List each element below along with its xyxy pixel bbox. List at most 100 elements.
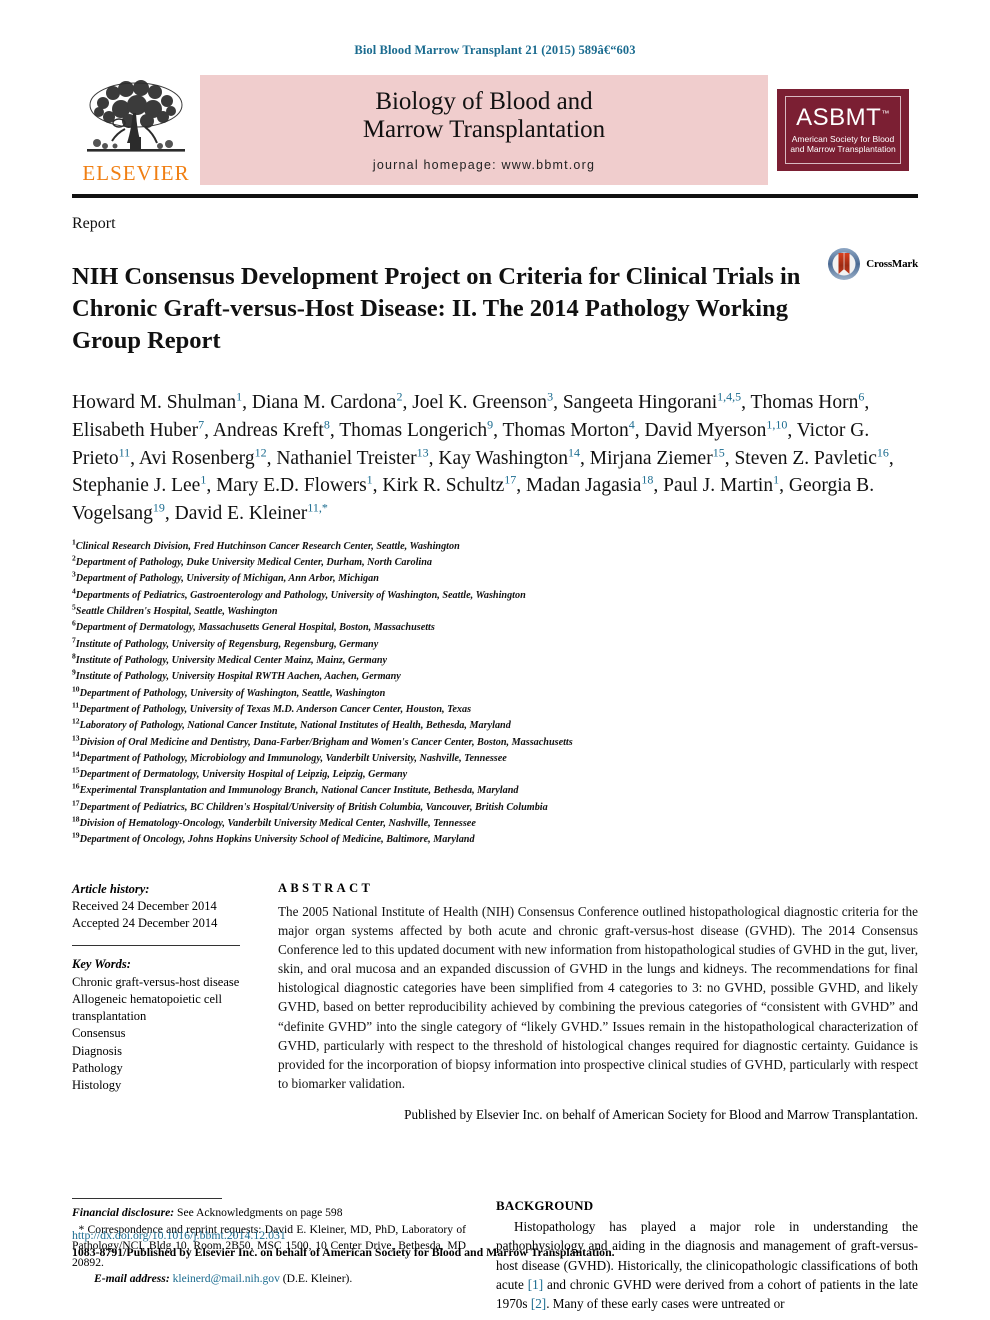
affiliation-number: 14 bbox=[72, 749, 80, 759]
keyword-item[interactable]: Chronic graft-versus-host disease bbox=[72, 974, 254, 991]
corresponding-author-marker[interactable]: * bbox=[322, 501, 328, 515]
author-affiliation-marker[interactable]: 2 bbox=[396, 390, 402, 404]
author-name[interactable]: Stephanie J. Lee bbox=[72, 475, 200, 496]
background-heading: BACKGROUND bbox=[496, 1198, 594, 1214]
affiliation-text: Institute of Pathology, University Medic… bbox=[75, 654, 388, 666]
author-affiliation-marker[interactable]: 1 bbox=[367, 473, 373, 487]
affiliation-number: 17 bbox=[72, 798, 80, 808]
asbmt-acronym: ASBMT™ bbox=[796, 105, 890, 130]
affiliation-text: Institute of Pathology, University of Re… bbox=[75, 638, 379, 650]
affiliation-item: 7Institute of Pathology, University of R… bbox=[72, 636, 918, 653]
author-affiliation-marker[interactable]: 11, bbox=[307, 501, 322, 515]
author-name[interactable]: Thomas Horn bbox=[751, 392, 859, 413]
masthead-divider bbox=[72, 194, 918, 198]
financial-disclosure-text: See Acknowledgments on page 598 bbox=[174, 1206, 343, 1220]
author-name[interactable]: Andreas Kreft bbox=[213, 420, 324, 441]
author-name[interactable]: Joel K. Greenson bbox=[412, 392, 547, 413]
author-name[interactable]: Howard M. Shulman bbox=[72, 392, 236, 413]
crossmark-badge[interactable]: CrossMark bbox=[827, 247, 918, 281]
email-note: E-mail address: kleinerd@mail.nih.gov (D… bbox=[72, 1271, 466, 1287]
journal-title-line-1: Biology of Blood and bbox=[375, 88, 593, 115]
keyword-item[interactable]: Consensus bbox=[72, 1025, 254, 1042]
asbmt-logo-inner: ASBMT™ American Society for Blood and Ma… bbox=[785, 96, 901, 164]
author-affiliation-marker[interactable]: 9 bbox=[487, 418, 493, 432]
author-name[interactable]: Kay Washington bbox=[438, 448, 568, 469]
author-affiliation-marker[interactable]: 1 bbox=[200, 473, 206, 487]
trademark-icon: ™ bbox=[881, 108, 890, 118]
author-affiliation-marker[interactable]: 3 bbox=[547, 390, 553, 404]
author-name[interactable]: David Myerson bbox=[644, 420, 766, 441]
doi-link[interactable]: http://dx.doi.org/10.1016/j.bbmt.2014.12… bbox=[72, 1227, 918, 1245]
journal-homepage-link[interactable]: journal homepage: www.bbmt.org bbox=[373, 158, 595, 172]
keyword-item[interactable]: Pathology bbox=[72, 1060, 254, 1077]
author-affiliation-marker[interactable]: 19 bbox=[153, 501, 165, 515]
affiliation-text: Department of Pathology, University of W… bbox=[79, 687, 386, 699]
keyword-item[interactable]: Allogeneic hematopoietic cell transplant… bbox=[72, 991, 254, 1026]
article-history-heading: Article history: bbox=[72, 881, 150, 896]
author-affiliation-marker[interactable]: 6 bbox=[858, 390, 864, 404]
author-affiliation-marker[interactable]: 11 bbox=[119, 445, 131, 459]
author-name[interactable]: Kirk R. Schultz bbox=[382, 475, 504, 496]
affiliation-text: Department of Dermatology, University Ho… bbox=[79, 769, 408, 781]
reference-link-2[interactable]: [2] bbox=[531, 1296, 546, 1311]
author-affiliation-marker[interactable]: 1 bbox=[236, 390, 242, 404]
received-date: Received 24 December 2014 bbox=[72, 898, 217, 913]
affiliation-number: 13 bbox=[72, 733, 80, 743]
author-affiliation-marker[interactable]: 18 bbox=[641, 473, 653, 487]
author-affiliation-marker[interactable]: 17 bbox=[504, 473, 516, 487]
affiliation-item: 13Division of Oral Medicine and Dentistr… bbox=[72, 733, 918, 751]
keyword-item[interactable]: Diagnosis bbox=[72, 1043, 254, 1060]
affiliation-item: 16Experimental Transplantation and Immun… bbox=[72, 783, 918, 799]
affiliation-item: 19Department of Oncology, Johns Hopkins … bbox=[72, 832, 918, 848]
article-info-column: Article history: Received 24 December 20… bbox=[72, 881, 272, 1125]
asbmt-logo: ASBMT™ American Society for Blood and Ma… bbox=[777, 89, 909, 171]
affiliation-number: 18 bbox=[72, 814, 80, 824]
footnote-divider bbox=[72, 1198, 222, 1200]
elsevier-logo: ELSEVIER bbox=[72, 75, 200, 185]
email-link[interactable]: kleinerd@mail.nih.gov bbox=[173, 1272, 280, 1285]
affiliation-text: Institute of Pathology, University Hospi… bbox=[75, 671, 401, 683]
author-name[interactable]: Sangeeta Hingorani bbox=[563, 392, 717, 413]
author-affiliation-marker[interactable]: 1,4,5 bbox=[717, 390, 741, 404]
affiliation-number: 19 bbox=[72, 831, 80, 841]
author-affiliation-marker[interactable]: 12 bbox=[255, 445, 267, 459]
affiliation-text: Experimental Transplantation and Immunol… bbox=[79, 785, 519, 797]
author-name[interactable]: Elisabeth Huber bbox=[72, 420, 198, 441]
author-name[interactable]: Steven Z. Pavletic bbox=[734, 448, 876, 469]
author-name[interactable]: Madan Jagasia bbox=[526, 475, 641, 496]
abstract-heading: ABSTRACT bbox=[278, 880, 374, 895]
author-name[interactable]: Thomas Longerich bbox=[339, 420, 487, 441]
page-footer: http://dx.doi.org/10.1016/j.bbmt.2014.12… bbox=[72, 1227, 918, 1262]
financial-disclosure-note: Financial disclosure: See Acknowledgment… bbox=[72, 1205, 466, 1221]
author-affiliation-marker[interactable]: 16 bbox=[877, 445, 889, 459]
author-affiliation-marker[interactable]: 14 bbox=[568, 445, 580, 459]
asbmt-society-name-line-1: American Society for Blood bbox=[791, 133, 895, 144]
author-affiliation-marker[interactable]: 4 bbox=[629, 418, 635, 432]
author-name[interactable]: Nathaniel Treister bbox=[276, 448, 416, 469]
author-affiliation-marker[interactable]: 1,10 bbox=[766, 418, 787, 432]
affiliation-item: 10Department of Pathology, University of… bbox=[72, 685, 918, 702]
affiliation-item: 6Department of Dermatology, Massachusett… bbox=[72, 620, 918, 636]
author-name[interactable]: Thomas Morton bbox=[503, 420, 629, 441]
affiliation-item: 1Clinical Research Division, Fred Hutchi… bbox=[72, 538, 918, 555]
affiliation-item: 8Institute of Pathology, University Medi… bbox=[72, 652, 918, 669]
author-affiliation-marker[interactable]: 13 bbox=[417, 445, 429, 459]
affiliation-text: Department of Pediatrics, BC Children's … bbox=[79, 801, 548, 813]
accepted-date: Accepted 24 December 2014 bbox=[72, 916, 218, 931]
author-name[interactable]: Avi Rosenberg bbox=[139, 448, 255, 469]
info-divider bbox=[72, 945, 240, 947]
keyword-item[interactable]: Histology bbox=[72, 1077, 254, 1094]
author-affiliation-marker[interactable]: 7 bbox=[198, 418, 204, 432]
author-name[interactable]: Mary E.D. Flowers bbox=[216, 475, 367, 496]
author-name[interactable]: David E. Kleiner bbox=[175, 503, 308, 524]
author-affiliation-marker[interactable]: 15 bbox=[713, 445, 725, 459]
author-name[interactable]: Mirjana Ziemer bbox=[590, 448, 713, 469]
author-name[interactable]: Paul J. Martin bbox=[663, 475, 773, 496]
author-name[interactable]: Diana M. Cardona bbox=[252, 392, 397, 413]
reference-link-1[interactable]: [1] bbox=[528, 1277, 543, 1292]
journal-title-line-2: Marrow Transplantation bbox=[362, 116, 606, 143]
society-logo-wrapper: ASBMT™ American Society for Blood and Ma… bbox=[768, 75, 918, 185]
author-affiliation-marker[interactable]: 8 bbox=[324, 418, 330, 432]
running-head: Biol Blood Marrow Transplant 21 (2015) 5… bbox=[354, 43, 636, 57]
author-affiliation-marker[interactable]: 1 bbox=[773, 473, 779, 487]
